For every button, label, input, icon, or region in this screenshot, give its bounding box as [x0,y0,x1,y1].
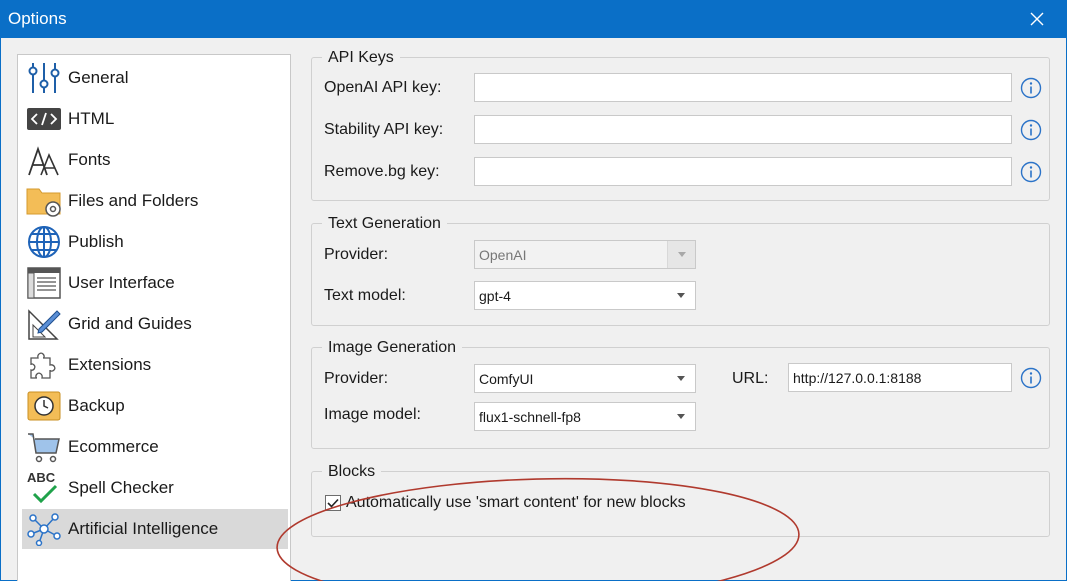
smart-content-label: Automatically use 'smart content' for ne… [346,494,686,511]
sidebar-item-label: Fonts [68,150,111,169]
sidebar-item-label: Extensions [68,355,152,374]
smart-content-checkbox-row[interactable]: Automatically use 'smart content' for ne… [325,494,686,512]
options-window: General HTML Fonts Files and Folders Pub… [0,38,1067,581]
removebg-info-icon[interactable] [1020,161,1042,183]
sidebar-item-grid-and-guides[interactable]: Grid and Guides [22,304,288,344]
sidebar-item-label: User Interface [68,273,175,292]
checkmark-icon [327,498,339,508]
chevron-down-icon [667,282,695,309]
url-info-icon[interactable] [1020,367,1042,389]
sidebar-item-general[interactable]: General [22,58,288,98]
url-field[interactable] [788,363,1012,392]
image-model-select[interactable]: flux1-schnell-fp8 [474,402,696,431]
sidebar-item-user-interface[interactable]: User Interface [22,263,288,303]
stability-info-icon[interactable] [1020,119,1042,141]
sliders-icon [26,60,62,96]
window-icon [26,265,62,301]
text-provider-value: OpenAI [479,247,527,263]
image-provider-select[interactable]: ComfyUI [474,364,696,393]
image-provider-label: Provider: [324,370,389,387]
chevron-down-icon [667,403,695,430]
text-provider-select: OpenAI [474,240,696,269]
ruler-pencil-icon [26,306,62,342]
smart-content-checkbox[interactable] [325,495,341,511]
window-title: Options [8,9,67,28]
image-provider-value: ComfyUI [479,371,534,387]
text-generation-group: Text Generation Provider: OpenAI Text mo… [311,214,1050,326]
sidebar-item-fonts[interactable]: Fonts [22,140,288,180]
sidebar-item-spell-checker[interactable]: ABC Spell Checker [22,468,288,508]
sidebar-item-label: HTML [68,109,115,128]
sidebar-item-files-and-folders[interactable]: Files and Folders [22,181,288,221]
text-model-value: gpt-4 [479,288,511,304]
globe-icon [26,224,62,260]
openai-info-icon[interactable] [1020,77,1042,99]
sidebar-item-backup[interactable]: Backup [22,386,288,426]
blocks-group: Blocks Automatically use 'smart content'… [311,462,1050,537]
cart-icon [26,429,62,465]
puzzle-icon [26,347,62,383]
image-model-label: Image model: [324,406,421,423]
url-label: URL: [732,370,769,387]
stability-api-key-label: Stability API key: [324,121,444,138]
api-keys-legend: API Keys [322,48,400,68]
sidebar-item-label: Publish [68,232,124,251]
image-generation-legend: Image Generation [322,338,463,358]
sidebar-item-label: Grid and Guides [68,314,192,333]
options-sidebar: General HTML Fonts Files and Folders Pub… [17,54,291,581]
blocks-legend: Blocks [322,462,382,482]
sidebar-item-label: Artificial Intelligence [68,519,219,538]
text-model-select[interactable]: gpt-4 [474,281,696,310]
chevron-down-icon [667,365,695,392]
chevron-down-icon [667,241,695,268]
image-model-value: flux1-schnell-fp8 [479,409,581,425]
fonts-icon [26,142,62,178]
title-bar: Options [0,0,1067,38]
sidebar-item-label: Ecommerce [68,437,159,456]
text-provider-label: Provider: [324,246,389,263]
openai-api-key-label: OpenAI API key: [324,79,442,96]
folder-gear-icon [26,183,62,219]
backup-clock-icon [26,388,62,424]
sidebar-item-label: General [68,68,129,87]
sidebar-item-publish[interactable]: Publish [22,222,288,262]
sidebar-item-label: Files and Folders [68,191,199,210]
svg-text:ABC: ABC [27,470,56,485]
sidebar-item-extensions[interactable]: Extensions [22,345,288,385]
sidebar-item-artificial-intelligence[interactable]: Artificial Intelligence [22,509,288,549]
sidebar-item-label: Backup [68,396,125,415]
text-generation-legend: Text Generation [322,214,447,234]
stability-api-key-field[interactable] [474,115,1012,144]
sidebar-item-label: Spell Checker [68,478,174,497]
image-generation-group: Image Generation Provider: ComfyUI URL: … [311,338,1050,449]
removebg-key-label: Remove.bg key: [324,163,440,180]
spellcheck-icon: ABC [26,470,62,506]
sidebar-item-html[interactable]: HTML [22,99,288,139]
network-nodes-icon [26,511,62,547]
text-model-label: Text model: [324,287,406,304]
close-icon [1030,12,1044,26]
sidebar-item-ecommerce[interactable]: Ecommerce [22,427,288,467]
openai-api-key-field[interactable] [474,73,1012,102]
code-icon [26,101,62,137]
removebg-key-field[interactable] [474,157,1012,186]
api-keys-group: API Keys OpenAI API key: Stability API k… [311,48,1050,201]
close-button[interactable] [1007,0,1067,38]
